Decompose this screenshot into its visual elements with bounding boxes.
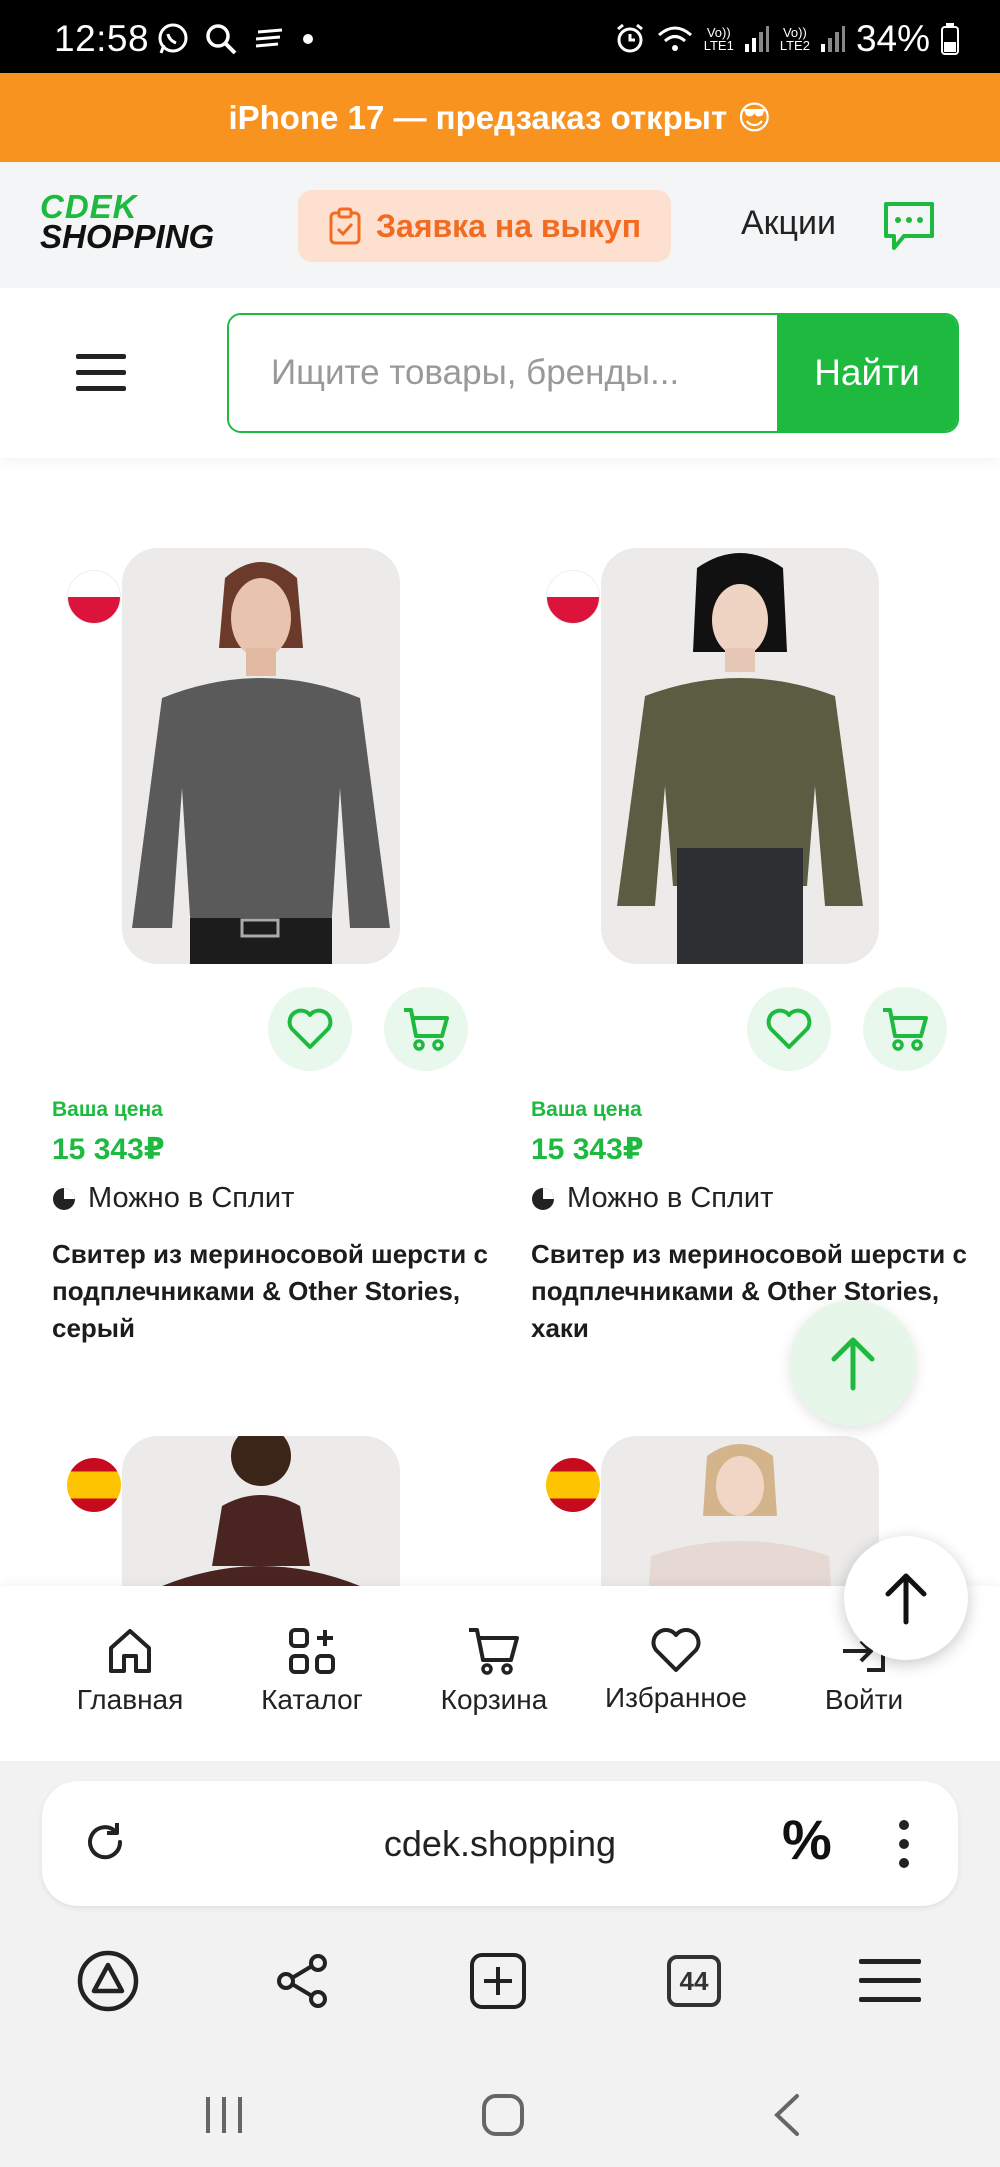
split-icon [53, 1187, 75, 1210]
search-row: Найти [0, 288, 1000, 458]
poland-flag-icon [67, 570, 121, 624]
share-icon [277, 1954, 327, 2008]
sweater-model-image [122, 548, 400, 964]
signal-icon [820, 26, 845, 52]
battery-percent: 34% [855, 18, 930, 59]
browser-menu-button[interactable] [840, 1931, 940, 2031]
product-photo[interactable] [601, 548, 879, 964]
heart-icon [287, 1008, 333, 1049]
product-card[interactable] [52, 1432, 492, 1586]
new-tab-button[interactable] [448, 1931, 548, 2031]
promotions-link[interactable]: Акции [741, 204, 836, 243]
add-to-favorites-button[interactable] [268, 987, 352, 1071]
home-icon [109, 1629, 151, 1673]
whatsapp-icon [158, 23, 188, 54]
product-card[interactable]: Ваша цена 15 343₽ Можно в Сплит Свитер и… [52, 540, 492, 1360]
chat-icon[interactable] [882, 200, 936, 252]
wifi-icon [657, 26, 692, 51]
clipboard-check-icon [329, 207, 361, 245]
search-input[interactable] [229, 315, 779, 431]
nav-cart[interactable]: Корзина [404, 1626, 584, 1716]
hamburger-menu-icon[interactable] [76, 352, 126, 394]
promo-text: iPhone 17 — предзаказ открыт [228, 98, 728, 136]
recent-apps-button[interactable] [184, 2085, 264, 2145]
share-button[interactable] [252, 1931, 352, 2031]
search-icon [206, 24, 237, 55]
product-price: 15 343₽ [531, 1133, 644, 1166]
split-payment-note: Можно в Сплит [52, 1182, 294, 1215]
tabs-count-icon: 44 [667, 1955, 721, 2007]
add-tab-icon [470, 1953, 526, 2009]
poland-flag-icon [546, 570, 600, 624]
site-header: CDEK SHOPPING Заявка на выкуп Акции [0, 162, 1000, 288]
battery-icon [941, 23, 959, 55]
scroll-to-top-floating-button[interactable] [844, 1536, 968, 1660]
nav-favorites[interactable]: Избранное [586, 1626, 766, 1714]
heart-icon [651, 1628, 701, 1672]
spain-flag-icon [67, 1458, 121, 1512]
system-navigation-bar [0, 2061, 1000, 2167]
alice-icon [77, 1950, 139, 2012]
promo-banner[interactable]: iPhone 17 — предзаказ открыт 😎 [0, 73, 1000, 162]
buyout-request-button[interactable]: Заявка на выкуп [298, 190, 671, 262]
dot-icon [303, 34, 313, 44]
sunglasses-emoji-icon: 😎 [737, 99, 772, 136]
recent-apps-icon [206, 2097, 242, 2133]
status-time: 12:58 [54, 18, 150, 59]
back-system-button[interactable] [746, 2085, 826, 2145]
sweater-model-image [122, 1436, 400, 1586]
nav-home[interactable]: Главная [40, 1626, 220, 1716]
status-left-icons [156, 22, 316, 56]
menu-icon [859, 1959, 921, 2002]
product-card[interactable]: Ваша цена 15 343₽ Можно в Сплит Свитер и… [531, 540, 971, 1360]
product-photo[interactable] [601, 1436, 879, 1586]
heart-icon [766, 1008, 812, 1049]
arrow-up-icon [831, 1337, 875, 1391]
status-bar: 12:58 Vo)) LTE1 Vo)) LTE2 34% [0, 0, 1000, 73]
arrow-up-icon [885, 1573, 927, 1625]
split-icon [532, 1187, 554, 1210]
discount-percent-icon[interactable]: % [782, 1807, 832, 1872]
search-box: Найти [227, 313, 959, 433]
cart-icon [469, 1628, 519, 1675]
sweater-model-image [601, 1436, 879, 1586]
alice-assistant-button[interactable] [58, 1931, 158, 2031]
browser-toolbar: 44 [0, 1931, 1000, 2031]
back-chevron-icon [774, 2094, 799, 2136]
price-label: Ваша цена [52, 1098, 163, 1121]
product-title[interactable]: Свитер из мериносовой шерсти с подплечни… [52, 1236, 492, 1347]
browser-chrome: cdek.shopping % 44 [0, 1761, 1000, 2167]
product-photo[interactable] [122, 1436, 400, 1586]
scroll-to-top-button[interactable] [790, 1300, 916, 1426]
cart-icon [883, 1008, 928, 1051]
home-square-icon [482, 2094, 524, 2136]
more-options-icon[interactable] [892, 1817, 916, 1871]
split-payment-note: Можно в Сплит [531, 1182, 773, 1215]
search-button[interactable]: Найти [777, 315, 957, 431]
product-price: 15 343₽ [52, 1133, 165, 1166]
spain-flag-icon [546, 1458, 600, 1512]
add-to-favorites-button[interactable] [747, 987, 831, 1071]
signal-icon [744, 26, 769, 52]
price-label: Ваша цена [531, 1098, 642, 1121]
alarm-icon [616, 23, 643, 53]
cdek-shopping-logo[interactable]: CDEK SHOPPING [40, 190, 214, 253]
add-to-cart-button[interactable] [384, 987, 468, 1071]
sweater-model-image [601, 548, 879, 964]
product-photo[interactable] [122, 548, 400, 964]
notes-icon [255, 28, 283, 48]
nav-catalog[interactable]: Каталог [222, 1626, 402, 1716]
add-to-cart-button[interactable] [863, 987, 947, 1071]
sim1-label: Vo)) LTE1 [703, 25, 734, 53]
catalog-grid-icon [289, 1628, 335, 1674]
status-right-icons: Vo)) LTE1 Vo)) LTE2 34% [614, 18, 960, 60]
tabs-button[interactable]: 44 [644, 1931, 744, 2031]
sim2-label: Vo)) LTE2 [779, 25, 810, 53]
cart-icon [404, 1008, 449, 1051]
home-system-button[interactable] [463, 2085, 543, 2145]
buyout-label: Заявка на выкуп [375, 207, 642, 244]
address-bar[interactable]: cdek.shopping % [42, 1781, 958, 1906]
